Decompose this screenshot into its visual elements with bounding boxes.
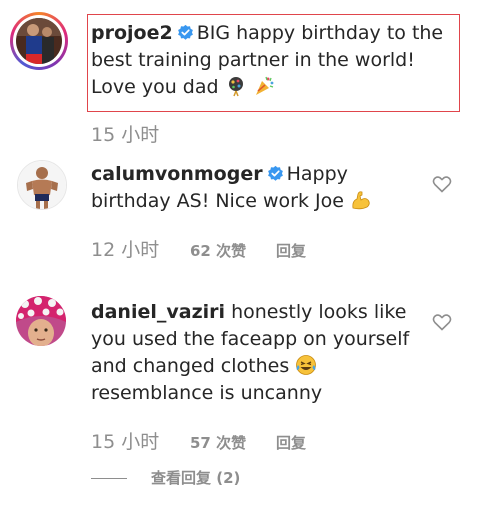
comment-username[interactable]: daniel_vaziri	[91, 301, 225, 323]
caption-text-line1: BIG happy birthday to the	[196, 22, 444, 44]
comment-username[interactable]: calumvonmoger	[91, 163, 263, 185]
caption-text-line3: Love you dad	[91, 76, 219, 98]
comment-text-line2: birthday AS! Nice work Joe	[91, 190, 344, 212]
party-popper-icon	[255, 76, 274, 95]
comment-text: daniel_vaziri honestly looks like you us…	[91, 299, 431, 407]
comment-timestamp: 15 小时	[91, 431, 160, 453]
caption-timestamp: 15 小时	[91, 124, 160, 146]
caption-text: projoe2 BIG happy birthday to the best tr…	[91, 20, 456, 101]
view-replies-divider	[91, 478, 127, 479]
comment-like-count[interactable]: 57 次赞	[190, 431, 246, 455]
balloon-icon	[228, 77, 243, 97]
avatar[interactable]	[16, 296, 66, 346]
reply-button[interactable]: 回复	[276, 431, 306, 455]
comment-text-line4: resemblance is uncanny	[91, 382, 323, 404]
caption-text-line2: best training partner in the world!	[91, 49, 415, 71]
view-replies-button[interactable]: 查看回复 (2)	[151, 466, 240, 490]
comment-text: calumvonmoger Happy birthday AS! Nice wor…	[91, 161, 431, 215]
comment-text-line1: Happy	[286, 163, 348, 185]
like-heart-icon[interactable]	[432, 175, 452, 193]
verified-badge-icon	[267, 165, 283, 181]
verified-badge-icon	[177, 24, 193, 40]
caption-avatar-ring[interactable]	[10, 12, 68, 70]
comment-like-count[interactable]: 62 次赞	[190, 239, 246, 263]
comment-text-line3: and changed clothes	[91, 355, 290, 377]
avatar	[16, 18, 62, 64]
caption-username[interactable]: projoe2	[91, 22, 173, 44]
flexed-biceps-icon	[352, 191, 370, 210]
laughing-tears-icon	[296, 355, 317, 375]
reply-button[interactable]: 回复	[276, 239, 306, 263]
comment-text-line2: you used the faceapp on yourself	[91, 328, 410, 350]
avatar[interactable]	[17, 160, 67, 210]
like-heart-icon[interactable]	[432, 313, 452, 331]
comment-timestamp: 12 小时	[91, 239, 160, 261]
comment-text-line1: honestly looks like	[231, 301, 407, 323]
